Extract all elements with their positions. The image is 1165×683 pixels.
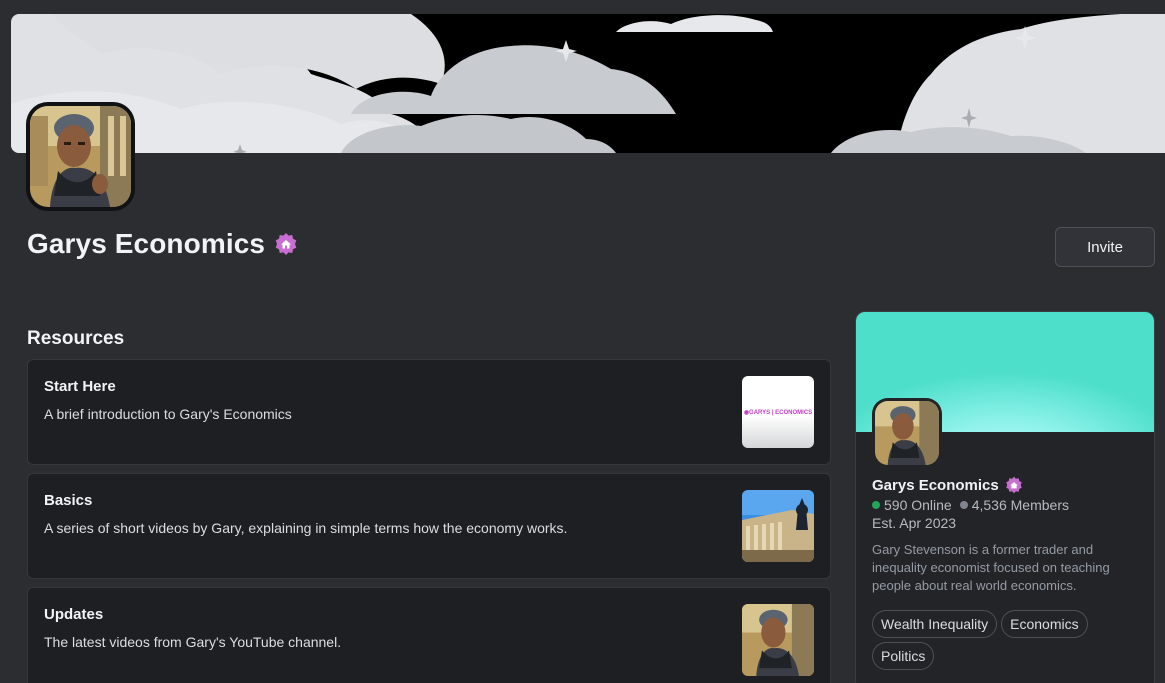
resource-thumbnail <box>742 490 814 562</box>
server-badge-icon <box>1005 476 1023 494</box>
resource-title: Start Here <box>44 378 116 395</box>
server-info-card: Garys Economics 590 Online 4,536 Members… <box>855 311 1155 683</box>
server-avatar <box>26 102 135 211</box>
resource-thumbnail: ◉GARYS | ECONOMICS <box>742 376 814 448</box>
card-stats: 590 Online 4,536 Members <box>872 497 1069 513</box>
card-name-row: Garys Economics <box>872 476 1023 494</box>
tag-wealth-inequality[interactable]: Wealth Inequality <box>872 610 998 638</box>
resource-basics[interactable]: Basics A series of short videos by Gary,… <box>27 473 831 579</box>
member-count: 4,536 Members <box>971 497 1069 513</box>
resource-start-here[interactable]: Start Here A brief introduction to Gary'… <box>27 359 831 465</box>
server-description: Gary Stevenson is a former trader and in… <box>872 542 1110 593</box>
established-date: Est. Apr 2023 <box>872 515 957 531</box>
resource-description: A series of short videos by Gary, explai… <box>44 520 568 536</box>
server-badge-icon <box>274 232 298 256</box>
resource-title: Basics <box>44 492 93 509</box>
resource-thumbnail <box>742 604 814 676</box>
online-count: 590 Online <box>884 497 952 513</box>
resource-description: The latest videos from Gary's YouTube ch… <box>44 634 342 650</box>
tag-economics[interactable]: Economics <box>1001 610 1088 638</box>
resource-description: A brief introduction to Gary's Economics <box>44 406 292 422</box>
resource-updates[interactable]: Updates The latest videos from Gary's Yo… <box>27 587 831 683</box>
resources-heading: Resources <box>27 328 125 349</box>
server-name: Garys Economics <box>27 228 266 259</box>
server-page: Garys Economics Invite Resources Start H… <box>0 0 1165 683</box>
members-dot-icon <box>959 501 968 509</box>
tag-politics[interactable]: Politics <box>872 642 935 670</box>
resource-title: Updates <box>44 606 104 623</box>
server-title-row: Garys Economics <box>27 228 298 260</box>
avatar-image <box>30 106 131 207</box>
avatar-image <box>875 401 939 465</box>
card-avatar <box>872 398 942 468</box>
tag-list: Wealth Inequality Economics Politics <box>872 610 1142 670</box>
card-server-name: Garys Economics <box>872 476 999 494</box>
server-banner <box>11 14 1165 153</box>
invite-button[interactable]: Invite <box>1055 227 1155 267</box>
thumbnail-logo-text: ◉GARYS | ECONOMICS <box>743 409 813 416</box>
online-dot-icon <box>872 501 880 509</box>
